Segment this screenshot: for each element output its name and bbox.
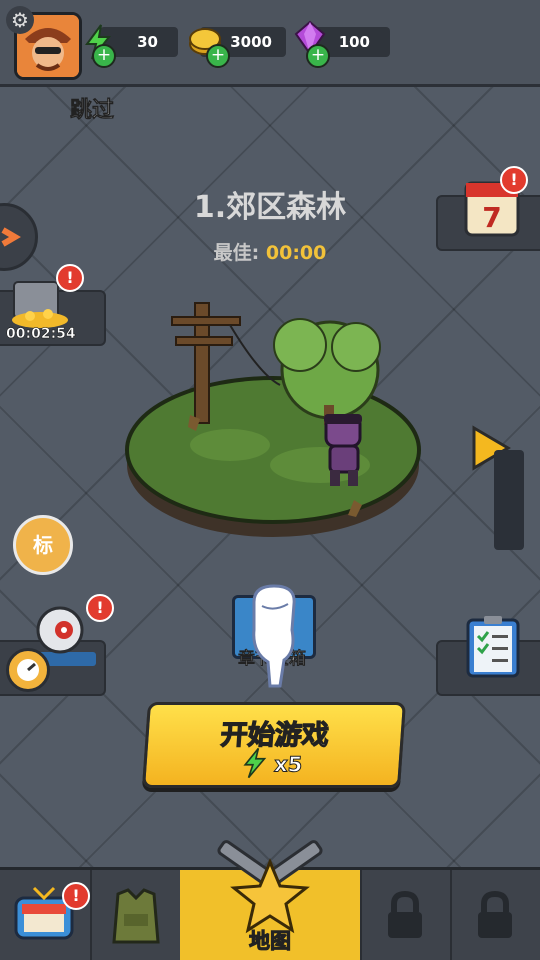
- add-gold-button[interactable]: +: [206, 44, 230, 68]
- energy-value: 30: [137, 33, 158, 51]
- speed-gauge-icon: [6, 648, 50, 692]
- best-time-value: 00:00: [265, 242, 327, 264]
- next-level-preview: [494, 450, 524, 550]
- game-screen: ⚙ 30 + 3000 + 100 + 跳过 1.郊区森林 最佳: 00:00: [0, 0, 540, 960]
- nav-locked-2[interactable]: [450, 870, 540, 960]
- treasure-chest-panel[interactable]: 00:02:54: [0, 281, 106, 346]
- calendar-alert-badge: !: [500, 166, 528, 194]
- treasure-timer: 00:02:54: [6, 326, 76, 343]
- settings-gear-icon[interactable]: ⚙: [6, 6, 34, 34]
- add-energy-button[interactable]: +: [92, 44, 116, 68]
- shop-alert-badge: !: [62, 882, 90, 910]
- lock-icon: [474, 890, 516, 944]
- quest-panel[interactable]: [436, 616, 540, 696]
- armor-vest-icon: [108, 888, 164, 950]
- tag-icon[interactable]: 标: [13, 515, 73, 575]
- level-island-map[interactable]: [120, 295, 430, 549]
- clipboard-checklist-icon: [464, 614, 522, 684]
- energy-bolt-icon: [242, 747, 269, 784]
- svg-text:7: 7: [482, 201, 501, 234]
- best-time-row: 最佳: 00:00: [160, 238, 380, 265]
- skip-button[interactable]: 跳过: [70, 92, 115, 124]
- top-resource-bar: ⚙ 30 + 3000 + 100 +: [0, 0, 540, 87]
- turret-alert-badge: !: [86, 594, 114, 622]
- calendar-panel[interactable]: 7: [436, 181, 540, 251]
- start-cost-value: x5: [273, 752, 304, 777]
- nav-locked-1[interactable]: [360, 870, 452, 960]
- best-time-label: 最佳:: [213, 242, 260, 264]
- nav-map-label: 地图: [249, 929, 292, 954]
- lock-icon: [384, 890, 426, 944]
- tutorial-hand-pointer-icon: [244, 582, 304, 696]
- nav-map[interactable]: 地图: [180, 840, 362, 960]
- start-game-button[interactable]: 开始游戏 x5: [141, 702, 407, 788]
- level-title: 1.郊区森林: [193, 190, 347, 225]
- bottom-nav: ! 地图: [0, 840, 540, 960]
- zombie-enemy-icon: [316, 412, 372, 496]
- gold-value: 3000: [230, 33, 272, 51]
- start-cost-row: x5: [145, 747, 400, 784]
- treasure-alert-badge: !: [56, 264, 84, 292]
- add-gems-button[interactable]: +: [306, 44, 330, 68]
- gem-value: 100: [338, 33, 370, 51]
- side-menu-toggle[interactable]: [0, 203, 38, 271]
- nav-armor[interactable]: [90, 870, 182, 960]
